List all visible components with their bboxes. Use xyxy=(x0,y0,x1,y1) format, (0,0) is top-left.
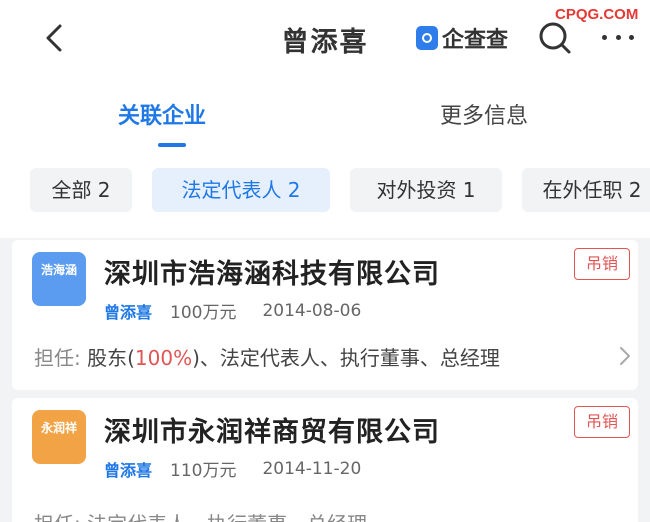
search-icon[interactable] xyxy=(536,18,576,58)
more-menu-icon[interactable] xyxy=(598,22,638,52)
roles-line: 担任: 股东(100%)、法定代表人、执行董事、总经理 xyxy=(34,342,500,371)
registered-capital: 110万元 xyxy=(170,461,237,481)
tab-related-companies[interactable]: 关联企业 xyxy=(118,98,206,130)
watermark: CPQG.COM xyxy=(555,6,639,23)
status-badge: 吊销 xyxy=(574,248,630,280)
roles-label: 担任: xyxy=(34,346,81,370)
company-card[interactable]: 浩海涵 深圳市浩海涵科技有限公司 吊销 曾添喜 100万元 2014-08-06… xyxy=(12,240,638,390)
filter-external-positions[interactable]: 在外任职 2 xyxy=(522,168,650,212)
legal-representative-link[interactable]: 曾添喜 xyxy=(104,457,152,481)
company-name[interactable]: 深圳市浩海涵科技有限公司 xyxy=(104,252,440,291)
brand-logo-icon xyxy=(416,26,438,50)
registered-capital: 100万元 xyxy=(170,303,237,323)
share-percentage: 100% xyxy=(134,346,193,370)
company-meta: 曾添喜 100万元 2014-08-06 xyxy=(104,298,362,324)
company-name[interactable]: 深圳市永润祥商贸有限公司 xyxy=(104,410,440,449)
company-logo: 永润祥 xyxy=(32,410,86,464)
roles-label: 担任: xyxy=(34,512,81,522)
company-logo: 浩海涵 xyxy=(32,252,86,306)
brand-name: 企查查 xyxy=(442,28,509,53)
brand-badge: 企查查 xyxy=(416,22,508,54)
status-badge: 吊销 xyxy=(574,406,630,438)
filter-legal-representative[interactable]: 法定代表人 2 xyxy=(152,168,330,212)
company-card[interactable]: 永润祥 深圳市永润祥商贸有限公司 吊销 曾添喜 110万元 2014-11-20… xyxy=(12,398,638,522)
filter-all[interactable]: 全部 2 xyxy=(30,168,132,212)
legal-representative-link[interactable]: 曾添喜 xyxy=(104,299,152,323)
roles-text: 法定代表人、执行董事、总经理 xyxy=(87,512,367,522)
company-meta: 曾添喜 110万元 2014-11-20 xyxy=(104,456,362,482)
roles-text-before: 股东( xyxy=(87,346,135,370)
establish-date: 2014-11-20 xyxy=(262,458,362,479)
establish-date: 2014-08-06 xyxy=(262,300,362,321)
chevron-right-icon[interactable] xyxy=(618,344,632,368)
tab-more-info[interactable]: 更多信息 xyxy=(440,98,528,130)
navigation-bar: 曾添喜 企查查 CPQG.COM xyxy=(0,0,650,80)
active-tab-indicator xyxy=(158,143,186,147)
filter-external-investment[interactable]: 对外投资 1 xyxy=(350,168,502,212)
header-area: 曾添喜 企查查 CPQG.COM 关联企业 更多信息 全部 2 法定代表人 2 … xyxy=(0,0,650,238)
roles-text-after: )、法定代表人、执行董事、总经理 xyxy=(192,346,500,370)
roles-line: 担任: 法定代表人、执行董事、总经理 xyxy=(34,508,367,522)
